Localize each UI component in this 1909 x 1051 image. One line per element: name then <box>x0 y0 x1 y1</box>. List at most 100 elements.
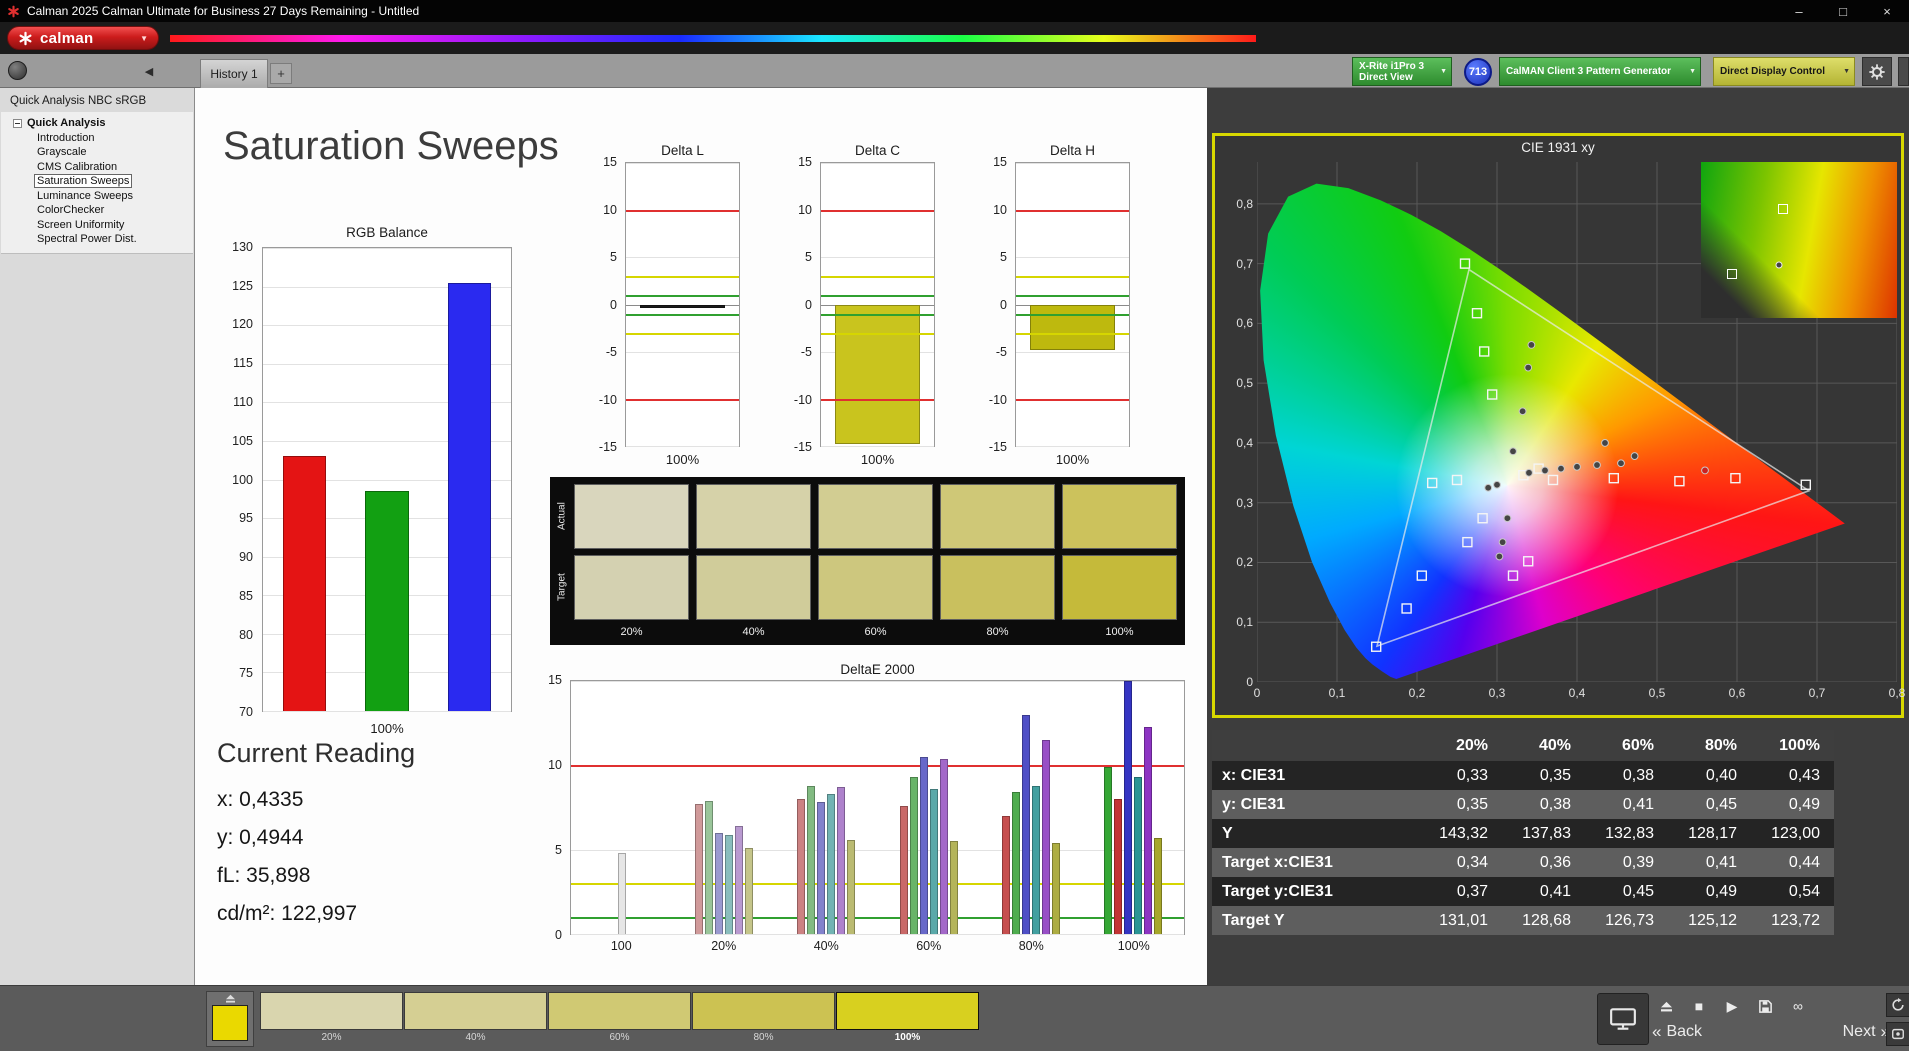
target-color-swatch <box>940 555 1055 620</box>
y-tick-label: 0 <box>610 297 617 312</box>
sidebar-item[interactable]: Saturation Sweeps <box>1 174 193 189</box>
sidebar-item[interactable]: Introduction <box>1 131 193 146</box>
table-cell: 0,49 <box>1705 882 1737 900</box>
deltae-bar <box>1051 842 1060 934</box>
back-button[interactable]: Back <box>1666 1023 1702 1041</box>
save-button[interactable] <box>1753 995 1777 1017</box>
pattern-generator-selector[interactable]: CalMAN Client 3 Pattern Generator ▼ <box>1499 57 1701 86</box>
y-tick-label: -15 <box>988 440 1007 454</box>
deltae-bar <box>618 853 627 934</box>
target-color-swatch <box>574 555 689 620</box>
sidebar-item[interactable]: Grayscale <box>1 145 193 160</box>
test-patch-60%[interactable]: 60% <box>548 992 691 1045</box>
y-tick-label: 0 <box>1000 297 1007 312</box>
maximize-button[interactable]: □ <box>1821 0 1865 22</box>
minimize-button[interactable]: – <box>1777 0 1821 22</box>
table-row: Target Y 131,01 128,68 126,73 125,12 123,72 <box>1212 906 1834 935</box>
cie-x-axis: 0 0,1 0,2 0,3 0,4 0,5 0,6 0,7 0,8 <box>1253 684 1906 702</box>
calman-menu-button[interactable]: calman ▼ <box>7 26 159 50</box>
gridline <box>821 257 934 259</box>
patch-label: 40% <box>465 1032 486 1043</box>
settings-button[interactable] <box>1862 57 1892 86</box>
table-cell: 0,37 <box>1456 882 1488 900</box>
saturation-label: 100% <box>1105 626 1134 638</box>
patch-color <box>836 992 979 1030</box>
x-tick-label: 0 <box>1253 686 1261 700</box>
y-tick-label: 70 <box>239 705 253 719</box>
eject-button[interactable] <box>1654 995 1678 1017</box>
y-tick-label: 10 <box>603 202 617 217</box>
sidebar-item[interactable]: CMS Calibration <box>1 160 193 175</box>
table-cell: 0,40 <box>1705 766 1737 784</box>
meter-selector[interactable]: X-Rite i1Pro 3 Direct View ▼ <box>1352 57 1452 86</box>
collapse-sidebar-button[interactable]: ◀ <box>140 62 158 80</box>
sidebar-item[interactable]: Spectral Power Dist. <box>1 232 193 247</box>
table-cell: 131,01 <box>1439 911 1488 929</box>
chevron-down-icon: ▼ <box>140 33 148 43</box>
patch-label: 80% <box>753 1032 774 1043</box>
x-tick-label: 20% <box>711 939 737 953</box>
sidebar-item[interactable]: Screen Uniformity <box>1 218 193 233</box>
reference-line <box>1016 210 1129 213</box>
sidebar-item[interactable]: ColorChecker <box>1 203 193 218</box>
deltae-bar <box>899 805 908 934</box>
sidebar-item-label: Introduction <box>37 131 95 144</box>
table-row: x: CIE31 0,33 0,35 0,38 0,40 0,43 <box>1212 761 1834 790</box>
session-button[interactable] <box>1886 1022 1909 1046</box>
play-button[interactable]: ▶ <box>1720 995 1744 1017</box>
rgb-bar-blue <box>447 282 492 711</box>
test-patch-80%[interactable]: 80% <box>692 992 835 1045</box>
tab-history-1[interactable]: History 1 <box>200 59 268 88</box>
close-button[interactable]: × <box>1865 0 1909 22</box>
delta-h-chart <box>1015 162 1130 447</box>
row-label: y: CIE31 <box>1222 795 1286 813</box>
navigation-button[interactable] <box>8 61 27 80</box>
sidebar-item[interactable]: Quick Analysis <box>1 116 193 131</box>
more-tools-button[interactable] <box>1898 57 1909 86</box>
delta-bar <box>639 304 726 309</box>
saturation-label: 20% <box>620 626 643 638</box>
eject-icon <box>225 994 235 1003</box>
stop-button[interactable]: ■ <box>1687 995 1711 1017</box>
bar-group <box>1082 681 1184 934</box>
sidebar-item[interactable]: Luminance Sweeps <box>1 189 193 204</box>
workflow-sidebar: Quick Analysis NBC sRGB Quick Analysis In… <box>0 88 195 985</box>
continuous-measure-button[interactable]: ∞ <box>1786 995 1810 1017</box>
table-row: Target x:CIE31 0,34 0,36 0,39 0,41 0,44 <box>1212 848 1834 877</box>
test-patch-40%[interactable]: 40% <box>404 992 547 1045</box>
workflow-title: Quick Analysis NBC sRGB <box>10 95 147 107</box>
workflow-tree: Quick Analysis Introduction Grayscale CMS C… <box>1 112 193 254</box>
deltae-bar <box>847 839 856 934</box>
deltae-bar <box>1143 726 1152 934</box>
reference-line <box>626 210 739 213</box>
test-patch-20%[interactable]: 20% <box>260 992 403 1045</box>
table-cell: 0,41 <box>1705 853 1737 871</box>
test-patch-100%[interactable]: 100% <box>836 992 979 1045</box>
actual-swatch-row <box>572 481 1179 552</box>
add-tab-button[interactable]: + <box>270 63 292 84</box>
display-control-selector[interactable]: Direct Display Control ▼ <box>1713 57 1855 86</box>
y-tick-label: 0,1 <box>1236 615 1253 630</box>
next-button[interactable]: Next <box>1843 1023 1876 1041</box>
deltae-bar <box>807 785 816 934</box>
table-cell: 0,41 <box>1539 882 1571 900</box>
table-cell: 126,73 <box>1605 911 1654 929</box>
delta-c-chart <box>820 162 935 447</box>
delta-c-y-axis: 15 10 5 0 -5 -10 -15 <box>780 155 816 454</box>
refresh-button[interactable] <box>1886 993 1909 1017</box>
delta-bar <box>1029 304 1116 350</box>
column-header: 80% <box>1704 736 1737 754</box>
target-swatch-row <box>572 552 1179 623</box>
delta-l-x-label: 100% <box>665 452 700 467</box>
y-tick-label: 0,3 <box>1236 495 1253 510</box>
y-tick-label: 0,8 <box>1236 196 1253 211</box>
patch-label: 100% <box>894 1032 921 1043</box>
y-tick-label: 80 <box>239 627 253 642</box>
reference-line <box>626 332 739 335</box>
bar-group <box>775 681 877 934</box>
deltae-bar <box>1123 681 1132 934</box>
actual-color-swatch <box>1062 484 1177 549</box>
rgb-bar-green <box>365 491 409 711</box>
y-tick-label: 10 <box>993 202 1007 217</box>
display-preview-button[interactable] <box>1597 993 1649 1045</box>
